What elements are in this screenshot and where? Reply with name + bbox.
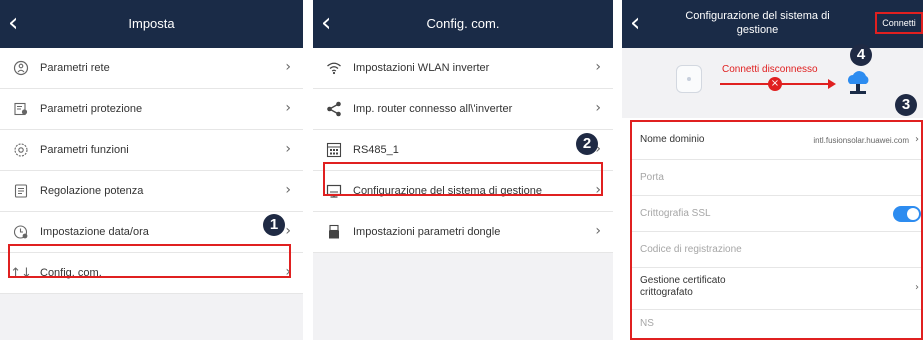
- dongle-icon: [325, 223, 343, 241]
- field-nome-dominio[interactable]: Nome dominio intl.fusionsolar.huawei.com…: [632, 122, 921, 160]
- connect-button[interactable]: Connetti: [875, 12, 923, 34]
- field-label: Gestione certificato crittografato: [640, 275, 726, 298]
- step-badge: 2: [576, 133, 598, 155]
- ssl-toggle[interactable]: [893, 206, 921, 222]
- field-codice-registrazione[interactable]: Codice di registrazione: [632, 232, 921, 268]
- page-title: Config. com.: [426, 16, 500, 31]
- function-icon: [12, 141, 30, 159]
- menu-item-router[interactable]: Imp. router connesso all\'inverter ›: [313, 89, 613, 130]
- page-title: Imposta: [128, 16, 175, 31]
- field-label: Crittografia SSL: [640, 208, 711, 219]
- menu-item-label: Regolazione potenza: [40, 185, 144, 197]
- empty-area: [313, 253, 613, 340]
- screen-sistema-gestione: ‹ Configurazione del sistema di gestione…: [622, 0, 923, 340]
- back-chevron-icon[interactable]: ‹: [630, 10, 640, 36]
- highlight-box: [8, 244, 291, 278]
- chevron-right-icon: ›: [285, 223, 291, 239]
- highlight-box: [323, 162, 603, 196]
- share-icon: [325, 100, 343, 118]
- field-gestione-certificato[interactable]: Gestione certificato crittografato ›: [632, 268, 921, 310]
- menu-item-wlan-inverter[interactable]: Impostazioni WLAN inverter ›: [313, 48, 613, 89]
- page-title-line2: gestione: [736, 24, 779, 36]
- chevron-right-icon: ›: [595, 59, 601, 75]
- chevron-right-icon: ›: [595, 223, 601, 239]
- connection-status-text: Connetti disconnesso: [722, 64, 818, 75]
- menu-item-regolazione-potenza[interactable]: Regolazione potenza ›: [0, 171, 303, 212]
- clock-icon: [12, 223, 30, 241]
- field-label: Nome dominio: [640, 134, 705, 145]
- chevron-right-icon: ›: [285, 182, 291, 198]
- menu-item-label: Parametri rete: [40, 62, 110, 74]
- field-label: Porta: [640, 172, 664, 183]
- menu-item-label: RS485_1: [353, 144, 399, 156]
- empty-area: [0, 294, 303, 340]
- back-chevron-icon[interactable]: ‹: [8, 10, 18, 36]
- menu-item-label: Impostazioni WLAN inverter: [353, 62, 490, 74]
- step-badge: 1: [263, 214, 285, 236]
- power-adjust-icon: [12, 182, 30, 200]
- inverter-device-icon: [676, 65, 702, 93]
- chevron-right-icon: ›: [915, 282, 919, 293]
- management-form: Nome dominio intl.fusionsolar.huawei.com…: [630, 120, 923, 340]
- protection-icon: [12, 100, 30, 118]
- header: ‹ Config. com.: [313, 0, 613, 48]
- menu-item-dongle[interactable]: Impostazioni parametri dongle ›: [313, 212, 613, 253]
- wifi-icon: [325, 59, 343, 77]
- cloud-server-icon: [848, 71, 869, 94]
- field-porta[interactable]: Porta: [632, 160, 921, 196]
- disconnected-icon: ×: [768, 77, 782, 91]
- header: ‹ Imposta: [0, 0, 303, 48]
- screen-imposta: ‹ Imposta Parametri rete › Parametri pro…: [0, 0, 303, 340]
- chevron-right-icon: ›: [285, 100, 291, 116]
- menu-item-label: Parametri protezione: [40, 103, 143, 115]
- screen-config-com: ‹ Config. com. Impostazioni WLAN inverte…: [313, 0, 613, 340]
- back-chevron-icon[interactable]: ‹: [321, 10, 331, 36]
- field-label: NS: [640, 318, 654, 329]
- field-value[interactable]: intl.fusionsolar.huawei.com: [813, 136, 909, 145]
- menu-item-parametri-funzioni[interactable]: Parametri funzioni ›: [0, 130, 303, 171]
- menu-item-label: Imp. router connesso all\'inverter: [353, 103, 513, 115]
- field-crittografia-ssl: Crittografia SSL: [632, 196, 921, 232]
- field-ns[interactable]: NS: [632, 310, 921, 338]
- field-label: Codice di registrazione: [640, 244, 742, 255]
- menu-item-label: Parametri funzioni: [40, 144, 129, 156]
- menu-item-parametri-protezione[interactable]: Parametri protezione ›: [0, 89, 303, 130]
- step-badge: 4: [850, 44, 872, 66]
- network-icon: [12, 59, 30, 77]
- menu-item-parametri-rete[interactable]: Parametri rete ›: [0, 48, 303, 89]
- chevron-right-icon: ›: [915, 134, 919, 145]
- step-badge: 3: [895, 94, 917, 116]
- rs485-icon: [325, 141, 343, 159]
- page-title: Configurazione del sistema di gestione: [652, 9, 863, 37]
- chevron-right-icon: ›: [285, 59, 291, 75]
- arrow-right-icon: [828, 79, 836, 89]
- chevron-right-icon: ›: [285, 141, 291, 157]
- menu-item-label: Impostazioni parametri dongle: [353, 226, 501, 238]
- page-title-line1: Configurazione del sistema di: [685, 10, 830, 22]
- menu-item-label: Impostazione data/ora: [40, 226, 149, 238]
- chevron-right-icon: ›: [595, 100, 601, 116]
